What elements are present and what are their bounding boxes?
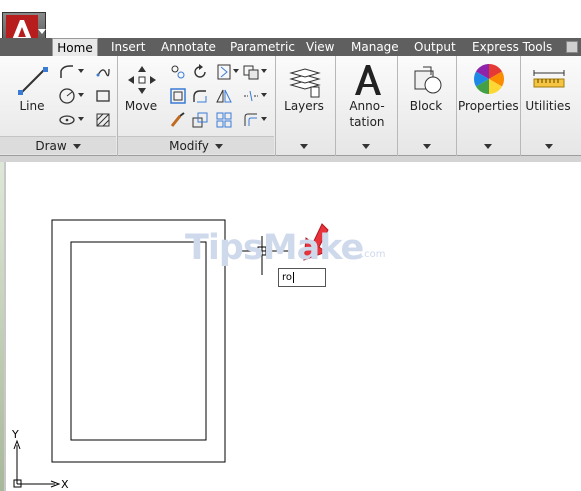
text-cursor: ​ [293,272,295,283]
inner-rectangle[interactable] [70,241,207,441]
watermark-suffix: .com [361,249,386,260]
ucs-y-label: Y [12,428,19,441]
ucs-x-label: X [61,478,69,491]
watermark: TipsMake .com [185,228,400,268]
dynamic-input-value: ro [282,272,293,283]
watermark-text: TipsMake [185,228,364,268]
dynamic-input-field[interactable]: ro​ [278,268,326,287]
